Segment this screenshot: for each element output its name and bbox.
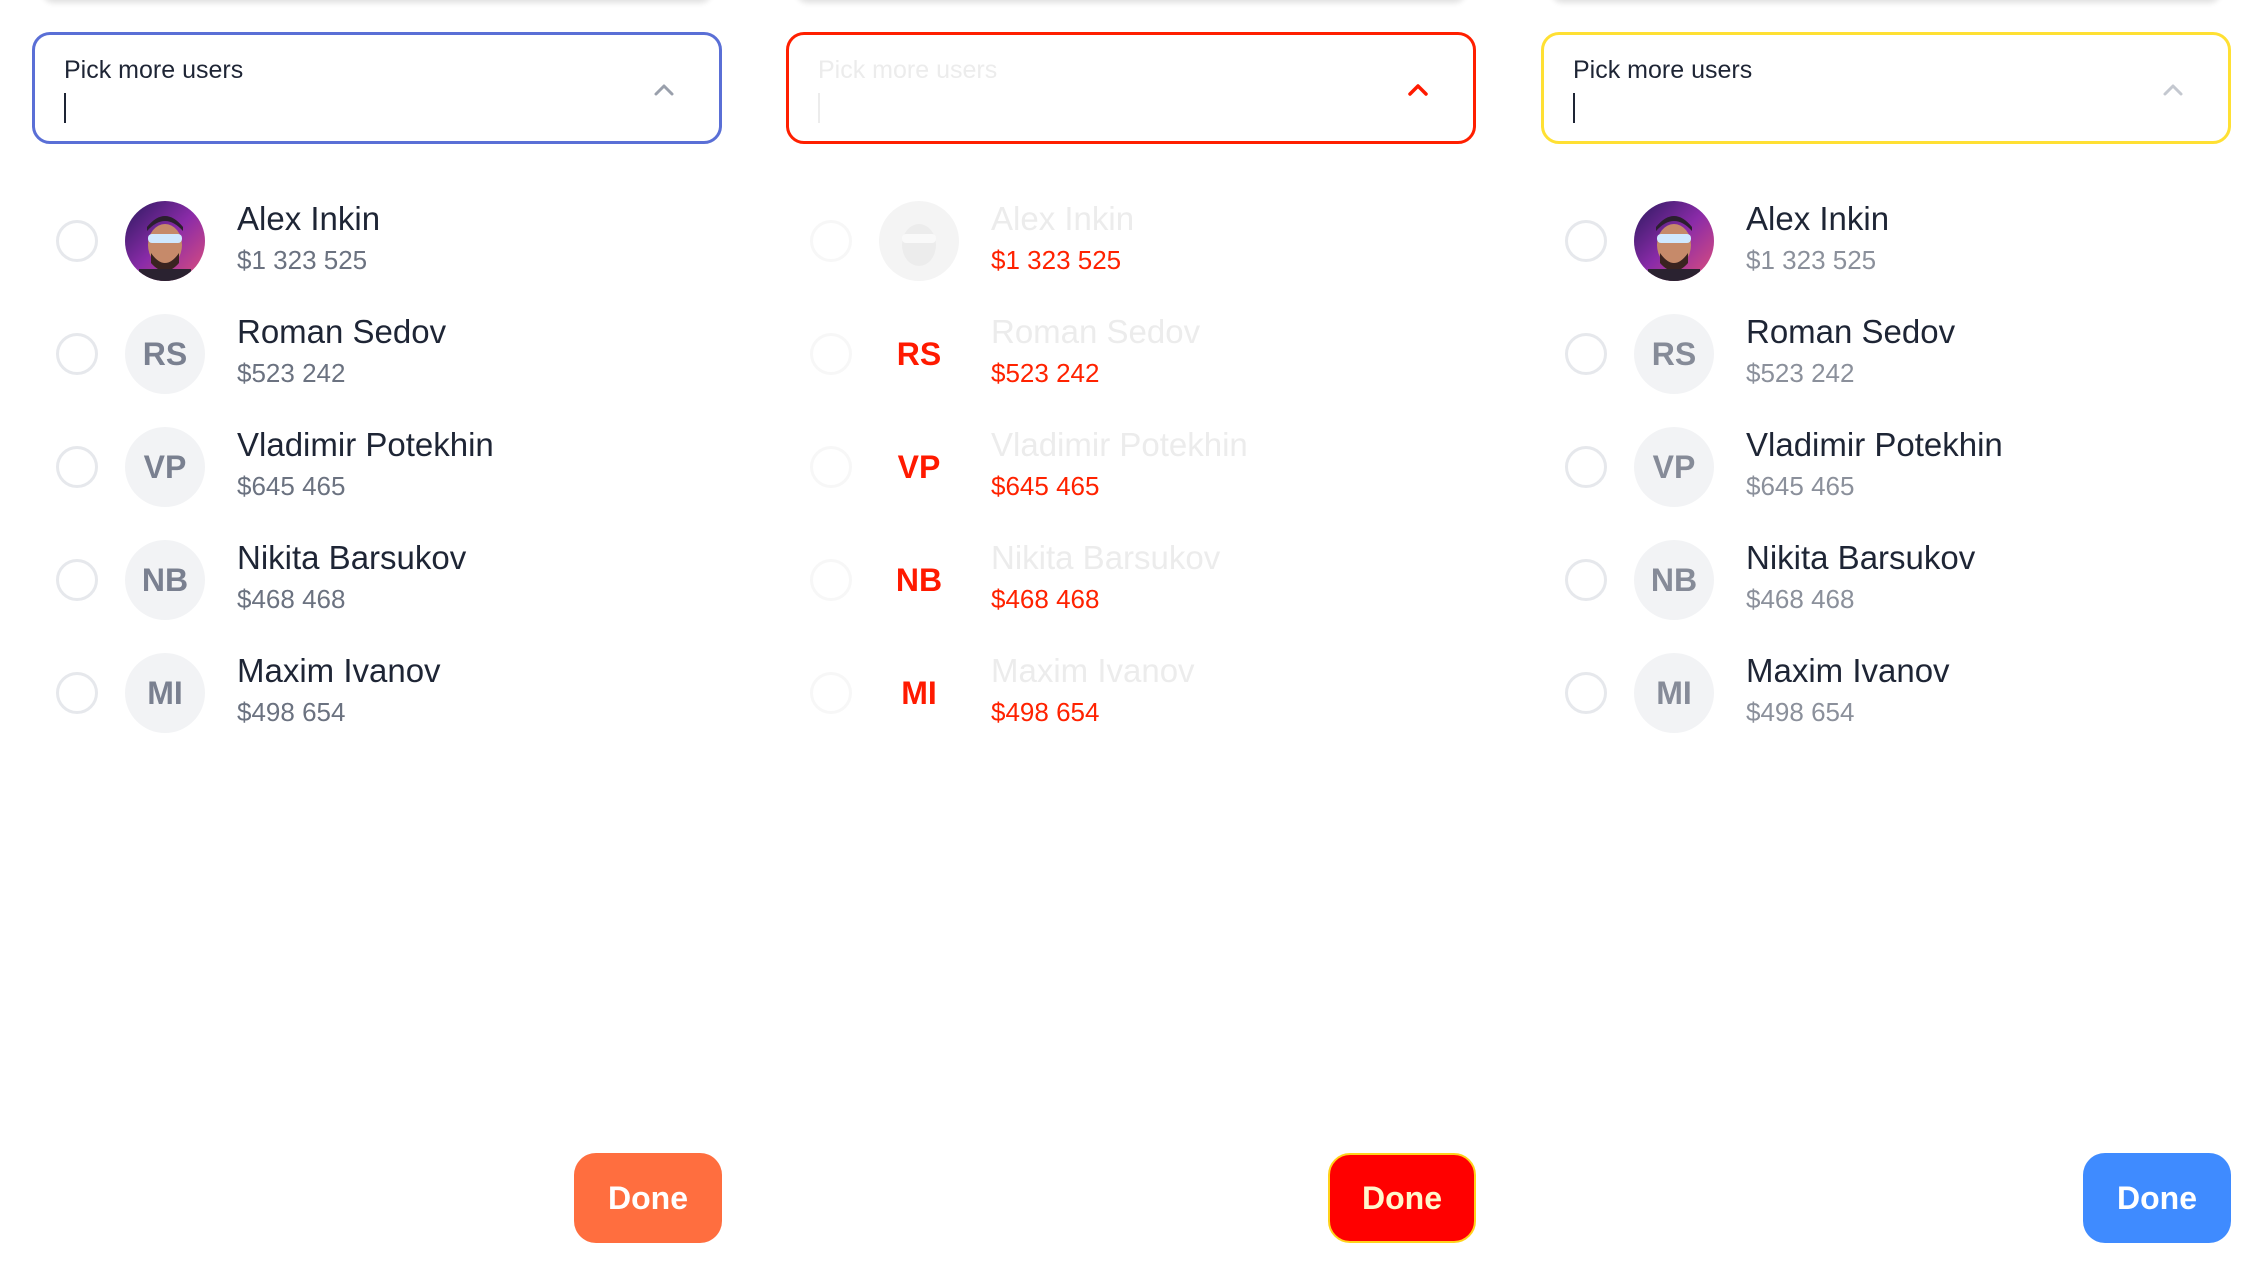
avatar: VP xyxy=(897,448,941,485)
radio-button[interactable] xyxy=(1565,333,1607,375)
user-amount: $523 242 xyxy=(1746,358,1855,388)
avatar: VP xyxy=(1634,427,1714,507)
radio-button[interactable] xyxy=(810,672,852,714)
radio-button[interactable] xyxy=(56,672,98,714)
user-amount: $498 654 xyxy=(237,697,346,727)
list-item[interactable]: MI Maxim Ivanov $498 654 xyxy=(1541,637,2231,750)
user-amount: $645 465 xyxy=(991,471,1100,501)
list-item[interactable]: RS Roman Sedov $523 242 xyxy=(786,298,1476,411)
pick-users-label: Pick more users xyxy=(64,56,244,84)
user-name: Roman Sedov xyxy=(237,313,447,350)
user-amount: $468 468 xyxy=(991,584,1100,614)
pick-users-input[interactable]: Pick more users xyxy=(786,32,1476,144)
list-item[interactable]: NB Nikita Barsukov $468 468 xyxy=(786,524,1476,637)
user-amount: $498 654 xyxy=(991,697,1100,727)
chevron-up-icon[interactable] xyxy=(651,77,677,103)
list-item[interactable]: Alex Inkin $1 323 525 xyxy=(32,185,722,298)
user-photo xyxy=(125,201,205,281)
avatar xyxy=(125,201,205,281)
user-name: Vladimir Potekhin xyxy=(1746,426,2003,463)
chevron-up-icon[interactable] xyxy=(2160,77,2186,103)
pick-users-label: Pick more users xyxy=(818,56,998,84)
list-item[interactable]: VP Vladimir Potekhin $645 465 xyxy=(32,411,722,524)
avatar: VP xyxy=(125,427,205,507)
text-caret xyxy=(1573,93,1575,123)
radio-button[interactable] xyxy=(56,220,98,262)
chevron-up-icon[interactable] xyxy=(1405,77,1431,103)
user-name: Maxim Ivanov xyxy=(991,652,1195,689)
user-amount: $1 323 525 xyxy=(1746,245,1877,275)
user-amount: $468 468 xyxy=(237,584,346,614)
done-button[interactable]: Done xyxy=(574,1153,722,1243)
avatar: RS xyxy=(896,335,942,372)
radio-button[interactable] xyxy=(56,446,98,488)
radio-button[interactable] xyxy=(1565,559,1607,601)
user-amount: $498 654 xyxy=(1746,697,1855,727)
avatar xyxy=(879,201,959,281)
list-item[interactable]: VP Vladimir Potekhin $645 465 xyxy=(786,411,1476,524)
list-item[interactable]: Alex Inkin $1 323 525 xyxy=(1541,185,2231,298)
list-item[interactable]: RS Roman Sedov $523 242 xyxy=(1541,298,2231,411)
user-name: Nikita Barsukov xyxy=(237,539,467,576)
pick-users-label: Pick more users xyxy=(1573,56,1753,84)
list-item[interactable]: NB Nikita Barsukov $468 468 xyxy=(32,524,722,637)
pick-users-input[interactable]: Pick more users xyxy=(32,32,722,144)
user-name: Vladimir Potekhin xyxy=(991,426,1248,463)
user-picker-panel-yellow: Pick more users Alex Inkin $1 323 525 RS… xyxy=(1541,0,2231,1266)
list-item[interactable]: VP Vladimir Potekhin $645 465 xyxy=(1541,411,2231,524)
avatar: NB xyxy=(1634,540,1714,620)
radio-button[interactable] xyxy=(810,559,852,601)
avatar: MI xyxy=(901,674,937,711)
user-name: Roman Sedov xyxy=(1746,313,1956,350)
user-name: Nikita Barsukov xyxy=(991,539,1221,576)
user-photo xyxy=(1634,201,1714,281)
radio-button[interactable] xyxy=(56,559,98,601)
done-button[interactable]: Done xyxy=(2083,1153,2231,1243)
done-button[interactable]: Done xyxy=(1328,1153,1476,1243)
avatar: RS xyxy=(1634,314,1714,394)
user-amount: $645 465 xyxy=(237,471,346,501)
radio-button[interactable] xyxy=(1565,220,1607,262)
avatar: NB xyxy=(895,561,943,598)
user-name: Maxim Ivanov xyxy=(237,652,441,689)
user-name: Roman Sedov xyxy=(991,313,1201,350)
pick-users-input[interactable]: Pick more users xyxy=(1541,32,2231,144)
list-item[interactable]: RS Roman Sedov $523 242 xyxy=(32,298,722,411)
radio-button[interactable] xyxy=(810,333,852,375)
list-item[interactable]: Alex Inkin $1 323 525 xyxy=(786,185,1476,298)
radio-button[interactable] xyxy=(810,446,852,488)
radio-button[interactable] xyxy=(56,333,98,375)
list-item[interactable]: NB Nikita Barsukov $468 468 xyxy=(1541,524,2231,637)
user-amount: $523 242 xyxy=(991,358,1100,388)
user-amount: $523 242 xyxy=(237,358,346,388)
user-name: Vladimir Potekhin xyxy=(237,426,494,463)
avatar: MI xyxy=(1634,653,1714,733)
user-name: Alex Inkin xyxy=(237,200,381,237)
user-amount: $1 323 525 xyxy=(237,245,368,275)
avatar: RS xyxy=(125,314,205,394)
text-caret xyxy=(64,93,66,123)
text-caret xyxy=(818,93,820,123)
list-item[interactable]: MI Maxim Ivanov $498 654 xyxy=(786,637,1476,750)
avatar: NB xyxy=(125,540,205,620)
user-amount: $1 323 525 xyxy=(991,245,1122,275)
user-list: Alex Inkin $1 323 525 RS Roman Sedov $52… xyxy=(32,185,722,750)
user-name: Maxim Ivanov xyxy=(1746,652,1950,689)
avatar xyxy=(1634,201,1714,281)
user-name: Nikita Barsukov xyxy=(1746,539,1976,576)
user-list: Alex Inkin $1 323 525 RS Roman Sedov $52… xyxy=(786,185,1476,750)
user-name: Alex Inkin xyxy=(991,200,1135,237)
user-picker-panel-default: Pick more users Alex Inkin $1 323 525 RS… xyxy=(32,0,722,1266)
list-item[interactable]: MI Maxim Ivanov $498 654 xyxy=(32,637,722,750)
avatar: MI xyxy=(125,653,205,733)
radio-button[interactable] xyxy=(810,220,852,262)
radio-button[interactable] xyxy=(1565,672,1607,714)
user-list: Alex Inkin $1 323 525 RS Roman Sedov $52… xyxy=(1541,185,2231,750)
user-picker-panel-red: Pick more users Alex Inkin $1 323 525 RS… xyxy=(786,0,1476,1266)
user-photo xyxy=(879,201,959,281)
user-amount: $645 465 xyxy=(1746,471,1855,501)
radio-button[interactable] xyxy=(1565,446,1607,488)
user-amount: $468 468 xyxy=(1746,584,1855,614)
user-name: Alex Inkin xyxy=(1746,200,1890,237)
